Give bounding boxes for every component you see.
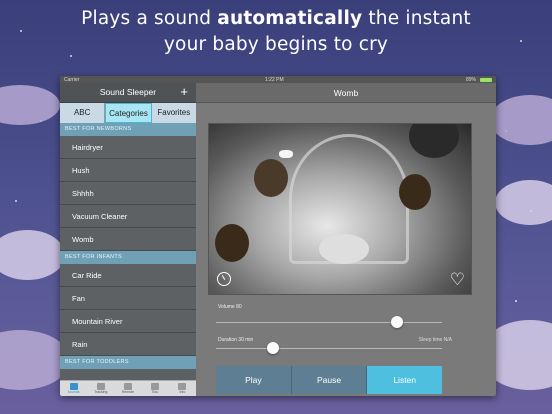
- list-item[interactable]: Shhhh: [60, 182, 196, 205]
- list-item[interactable]: Hush: [60, 159, 196, 182]
- sidebar: Sound Sleeper + ABC Categories Favorites…: [60, 83, 196, 396]
- photo-figure: [254, 159, 288, 197]
- section-header: BEST FOR INFANTS: [60, 251, 196, 264]
- headline: Plays a sound automatically the instant …: [0, 6, 552, 58]
- list-item[interactable]: Womb: [60, 228, 196, 251]
- segment-categories[interactable]: Categories: [105, 103, 152, 123]
- sound-title: Womb: [196, 83, 496, 103]
- list-item[interactable]: Fan: [60, 287, 196, 310]
- info-icon: [178, 383, 187, 390]
- headline-line2: your baby begins to cry: [163, 34, 389, 55]
- volume-label: Volume 80: [218, 304, 242, 310]
- section-header: BEST FOR NEWBORNS: [60, 123, 196, 136]
- sleep-time-label: Sleep time N/A: [418, 337, 452, 343]
- sound-photo: ♡: [208, 123, 472, 295]
- volume-slider-knob[interactable]: [390, 316, 403, 328]
- app-title: Sound Sleeper: [99, 87, 157, 97]
- tracking-icon: [96, 383, 105, 390]
- photo-figure: [215, 224, 249, 262]
- tab-bar: Sounds Tracking Remote Edu Info: [60, 380, 196, 396]
- remote-icon: [124, 383, 132, 390]
- section-header: BEST FOR TODDLERS: [60, 356, 196, 369]
- photo-figure: [399, 174, 431, 210]
- photo-baby: [319, 234, 369, 264]
- tab-tracking[interactable]: Tracking: [87, 381, 114, 396]
- headline-post: the instant: [362, 8, 471, 29]
- heart-icon[interactable]: ♡: [450, 271, 465, 288]
- duration-slider[interactable]: [216, 348, 442, 349]
- tab-edu[interactable]: Edu: [142, 381, 169, 396]
- main-panel: Womb ♡ Volume 80 Duration 30 min Sleep t…: [196, 83, 496, 396]
- volume-slider[interactable]: [216, 322, 442, 323]
- status-bar: Carrier 1:22 PM 89%: [60, 76, 496, 83]
- sidebar-header: Sound Sleeper +: [60, 83, 196, 103]
- duration-slider-knob[interactable]: [266, 342, 279, 354]
- timer-icon[interactable]: [217, 272, 231, 286]
- ipad-screen: Carrier 1:22 PM 89% Sound Sleeper + ABC …: [60, 76, 496, 396]
- sound-list: BEST FOR NEWBORNS Hairdryer Hush Shhhh V…: [60, 123, 196, 380]
- duration-label: Duration 30 min: [218, 337, 254, 343]
- play-button[interactable]: Play: [216, 366, 292, 394]
- list-item[interactable]: Car Ride: [60, 264, 196, 287]
- tab-label: Sounds: [67, 390, 80, 394]
- headline-pre: Plays a sound: [81, 8, 218, 29]
- segment-favorites[interactable]: Favorites: [152, 103, 196, 123]
- tab-sounds[interactable]: Sounds: [60, 381, 87, 396]
- listen-button[interactable]: Listen: [367, 366, 443, 394]
- tab-label: Info: [179, 390, 186, 394]
- tab-label: Remote: [121, 390, 135, 394]
- tab-info[interactable]: Info: [169, 381, 196, 396]
- tab-remote[interactable]: Remote: [114, 381, 141, 396]
- edu-icon: [151, 383, 160, 390]
- battery-icon: [480, 78, 492, 82]
- headline-bold: automatically: [217, 8, 363, 29]
- segmented-control: ABC Categories Favorites: [60, 103, 196, 123]
- list-item[interactable]: Vacuum Cleaner: [60, 205, 196, 228]
- playback-controls: Play Pause Listen: [216, 366, 443, 394]
- list-item[interactable]: Rain: [60, 333, 196, 356]
- segment-abc[interactable]: ABC: [60, 103, 106, 123]
- photo-figure: [409, 124, 459, 158]
- tab-label: Edu: [152, 390, 159, 394]
- sounds-icon: [69, 383, 78, 390]
- photo-bow: [279, 150, 293, 158]
- pause-button[interactable]: Pause: [291, 366, 368, 394]
- tab-label: Tracking: [94, 390, 108, 394]
- add-icon[interactable]: +: [180, 84, 188, 99]
- list-item[interactable]: Mountain River: [60, 310, 196, 333]
- list-item[interactable]: Hairdryer: [60, 136, 196, 159]
